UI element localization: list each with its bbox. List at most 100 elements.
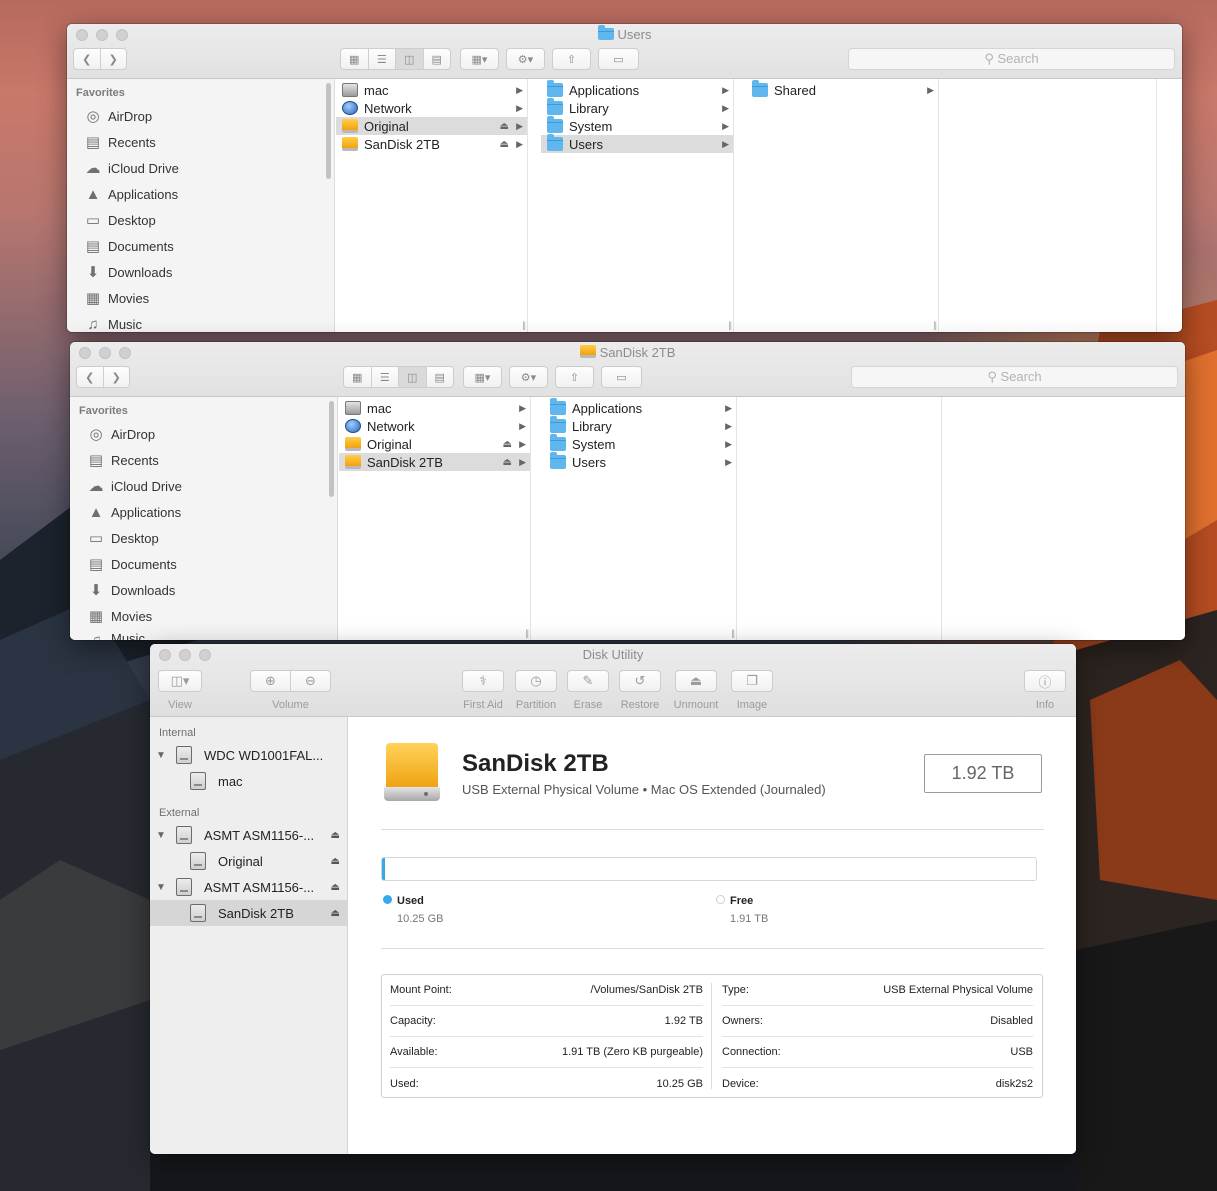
- column-view-button[interactable]: ◫: [399, 367, 427, 387]
- disclosure-triangle-icon[interactable]: ▼: [156, 882, 166, 893]
- eject-icon[interactable]: ⏏: [500, 121, 509, 132]
- list-item-library[interactable]: Library ▶: [544, 416, 736, 435]
- search-field[interactable]: ⚲ Search: [851, 366, 1178, 388]
- list-item-applications[interactable]: Applications ▶: [541, 80, 733, 99]
- search-field[interactable]: ⚲ Search: [848, 48, 1175, 70]
- list-item-original[interactable]: Original ⏏ ▶: [339, 435, 530, 453]
- sidebar-item-recents[interactable]: ▤ Recents: [84, 131, 156, 153]
- list-item-users[interactable]: Users ▶: [544, 452, 736, 471]
- sidebar-item-external-disk-1[interactable]: ▼ ASMT ASM1156-... ⏏: [150, 822, 347, 848]
- gallery-view-button[interactable]: ▤: [424, 49, 451, 69]
- restore-button[interactable]: ↺: [619, 670, 661, 692]
- used-label: Used: [397, 895, 424, 907]
- sidebar-item-documents[interactable]: ▤ Documents: [87, 553, 177, 575]
- sidebar-item-desktop[interactable]: ▭ Desktop: [87, 527, 159, 549]
- back-button[interactable]: ❮: [77, 367, 104, 387]
- list-item-library[interactable]: Library ▶: [541, 98, 733, 117]
- column-resize-handle[interactable]: ||: [731, 628, 735, 638]
- icon-view-button[interactable]: ▦: [341, 49, 369, 69]
- list-view-button[interactable]: ☰: [369, 49, 396, 69]
- window-title: Users: [67, 25, 1182, 42]
- hard-drive-icon: [342, 83, 358, 97]
- list-item-original[interactable]: Original ⏏ ▶: [336, 117, 527, 135]
- downloads-icon: ⬇: [89, 582, 103, 599]
- group-button[interactable]: ▦▾: [460, 48, 499, 70]
- eject-icon[interactable]: ⏏: [331, 856, 340, 867]
- sidebar-item-icloud-drive[interactable]: ☁ iCloud Drive: [87, 475, 182, 497]
- unmount-button[interactable]: ⏏: [675, 670, 717, 692]
- sidebar-item-airdrop[interactable]: ◎ AirDrop: [84, 105, 152, 127]
- list-item-network[interactable]: Network ▶: [336, 99, 527, 117]
- sidebar-item-original-volume[interactable]: Original ⏏: [150, 848, 347, 874]
- forward-button[interactable]: ❯: [104, 367, 130, 387]
- sidebar-item-music[interactable]: ♫ Music: [87, 631, 145, 640]
- column-resize-handle[interactable]: ||: [933, 320, 937, 330]
- info-button[interactable]: ⓘ: [1024, 670, 1066, 692]
- item-label: Library: [572, 418, 612, 434]
- sidebar-item-icloud-drive[interactable]: ☁ iCloud Drive: [84, 157, 179, 179]
- column-view-button[interactable]: ◫: [396, 49, 424, 69]
- sidebar-item-airdrop[interactable]: ◎ AirDrop: [87, 423, 155, 445]
- eject-icon[interactable]: ⏏: [500, 139, 509, 150]
- sidebar-item-music[interactable]: ♫ Music: [84, 313, 142, 333]
- info-value: USB External Physical Volume: [883, 984, 1033, 996]
- sidebar-scrollbar[interactable]: [326, 83, 331, 179]
- eject-icon[interactable]: ⏏: [331, 908, 340, 919]
- forward-button[interactable]: ❯: [101, 49, 127, 69]
- volume-info-table: Mount Point: /Volumes/SanDisk 2TB Capacit…: [381, 974, 1043, 1098]
- view-button[interactable]: ◫▾: [158, 670, 202, 692]
- action-gear-button[interactable]: ⚙▾: [509, 366, 548, 388]
- column-resize-handle[interactable]: ||: [522, 320, 526, 330]
- sidebar-item-movies[interactable]: ▦ Movies: [84, 287, 149, 309]
- sidebar-item-mac-volume[interactable]: mac: [150, 768, 347, 794]
- sidebar-item-applications[interactable]: ▲ Applications: [84, 183, 179, 205]
- sidebar-scrollbar[interactable]: [329, 401, 334, 497]
- sidebar-item-desktop[interactable]: ▭ Desktop: [84, 209, 156, 231]
- group-button[interactable]: ▦▾: [463, 366, 502, 388]
- share-button[interactable]: ⇧: [552, 48, 591, 70]
- icon-view-button[interactable]: ▦: [344, 367, 372, 387]
- gallery-view-button[interactable]: ▤: [427, 367, 454, 387]
- image-button[interactable]: ❐: [731, 670, 773, 692]
- erase-button[interactable]: ✎: [567, 670, 609, 692]
- sidebar-item-movies[interactable]: ▦ Movies: [87, 605, 152, 627]
- sidebar-item-documents[interactable]: ▤ Documents: [84, 235, 174, 257]
- column-resize-handle[interactable]: ||: [728, 320, 732, 330]
- sidebar-item-downloads[interactable]: ⬇ Downloads: [87, 579, 176, 601]
- tags-button[interactable]: ▭: [601, 366, 642, 388]
- sidebar-item-recents[interactable]: ▤ Recents: [87, 449, 159, 471]
- disk-utility-window: Disk Utility ◫▾ View ⊕ ⊖ Volume ⚕ First …: [150, 644, 1076, 1154]
- sidebar-item-sandisk-volume[interactable]: SanDisk 2TB ⏏: [150, 900, 347, 926]
- list-item-sandisk[interactable]: SanDisk 2TB ⏏ ▶: [336, 135, 527, 153]
- remove-volume-button[interactable]: ⊖: [291, 671, 330, 691]
- sidebar-item-external-disk-2[interactable]: ▼ ASMT ASM1156-... ⏏: [150, 874, 347, 900]
- eject-icon[interactable]: ⏏: [331, 830, 340, 841]
- column-resize-handle[interactable]: ||: [525, 628, 529, 638]
- list-item-applications[interactable]: Applications ▶: [544, 398, 736, 417]
- tags-button[interactable]: ▭: [598, 48, 639, 70]
- eject-icon[interactable]: ⏏: [503, 457, 512, 468]
- list-item-sandisk[interactable]: SanDisk 2TB ⏏ ▶: [339, 453, 530, 471]
- list-view-button[interactable]: ☰: [372, 367, 399, 387]
- eject-icon[interactable]: ⏏: [503, 439, 512, 450]
- list-item-users[interactable]: Users ▶: [541, 134, 733, 153]
- first-aid-button[interactable]: ⚕: [462, 670, 504, 692]
- back-button[interactable]: ❮: [74, 49, 101, 69]
- disclosure-triangle-icon[interactable]: ▼: [156, 750, 166, 761]
- disclosure-triangle-icon[interactable]: ▼: [156, 830, 166, 841]
- chevron-right-icon: ▶: [725, 438, 732, 449]
- list-item-system[interactable]: System ▶: [541, 116, 733, 135]
- sidebar-item-downloads[interactable]: ⬇ Downloads: [84, 261, 173, 283]
- sidebar-item-internal-disk[interactable]: ▼ WDC WD1001FAL...: [150, 742, 347, 768]
- list-item-network[interactable]: Network ▶: [339, 417, 530, 435]
- action-gear-button[interactable]: ⚙▾: [506, 48, 545, 70]
- partition-button[interactable]: ◷: [515, 670, 557, 692]
- list-item-mac[interactable]: mac ▶: [336, 81, 527, 99]
- add-volume-button[interactable]: ⊕: [251, 671, 291, 691]
- list-item-shared[interactable]: Shared ▶: [746, 80, 938, 99]
- share-button[interactable]: ⇧: [555, 366, 594, 388]
- sidebar-item-applications[interactable]: ▲ Applications: [87, 501, 182, 523]
- list-item-mac[interactable]: mac ▶: [339, 399, 530, 417]
- eject-icon[interactable]: ⏏: [331, 882, 340, 893]
- list-item-system[interactable]: System ▶: [544, 434, 736, 453]
